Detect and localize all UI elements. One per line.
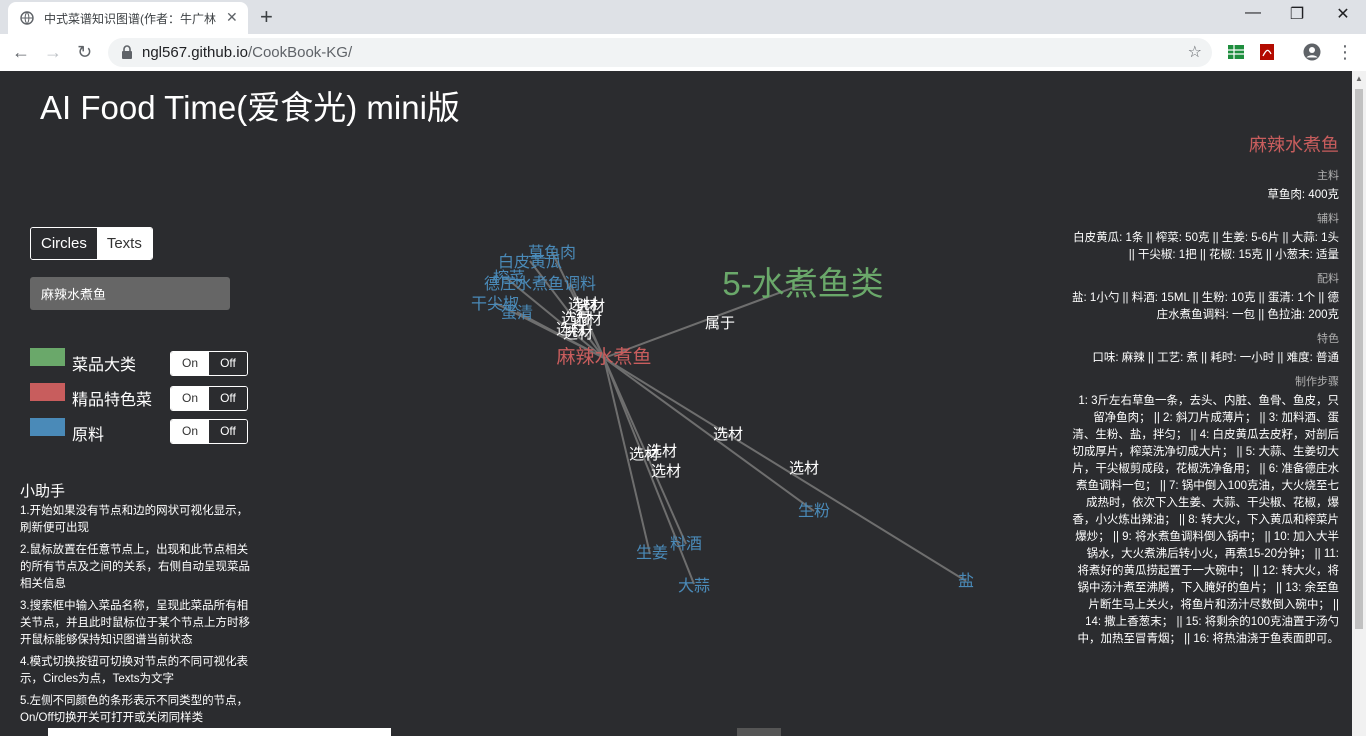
sheets-extension-icon[interactable]: [1227, 43, 1245, 61]
menu-kebab-icon[interactable]: ⋮: [1336, 42, 1354, 63]
node-dish-category[interactable]: 5-水煮鱼类: [722, 265, 883, 302]
url-host: ngl567.github.io: [142, 44, 248, 61]
node-ingredient[interactable]: 盐: [958, 572, 974, 590]
globe-icon: [20, 11, 34, 25]
tab-title: 中式菜谱知识图谱(作者：牛广林: [44, 12, 216, 26]
minimize-button[interactable]: —: [1230, 4, 1276, 22]
new-tab-button[interactable]: +: [260, 4, 273, 30]
edge-label-ingredient: 选材: [563, 325, 593, 342]
scrollbar-thumb[interactable]: [1355, 89, 1363, 629]
forward-arrow-icon[interactable]: →: [44, 42, 62, 63]
close-window-button[interactable]: ✕: [1320, 4, 1366, 24]
node-ingredient[interactable]: 料酒: [670, 535, 702, 553]
url-path: /CookBook-KG/: [247, 44, 353, 61]
node-ingredient[interactable]: 生姜: [636, 544, 668, 562]
section-text-auxiliary: 白皮黄瓜: 1条 || 榨菜: 50克 || 生姜: 5-6片 || 大蒜: 1…: [1073, 232, 1339, 261]
close-tab-icon[interactable]: ✕: [226, 9, 238, 26]
edge-label-ingredient: 选材: [629, 446, 659, 463]
browser-tab-bar: 中式菜谱知识图谱(作者：牛广林 ✕ + — ❐ ✕: [0, 0, 1366, 34]
address-bar[interactable]: ngl567.github.io/CookBook-KG/ ☆: [108, 38, 1212, 67]
pdf-extension-icon[interactable]: [1258, 43, 1276, 61]
node-ingredient[interactable]: 生粉: [798, 502, 830, 520]
bottom-strip: [737, 728, 781, 736]
bookmark-star-icon[interactable]: ☆: [1188, 42, 1202, 62]
section-text-main: 草鱼肉: 400克: [1267, 189, 1339, 201]
section-text-steps: 1: 3斤左右草鱼一条，去头、内脏、鱼骨、鱼皮，只留净鱼肉； || 2: 斜刀片…: [1072, 395, 1339, 645]
edge-label-belongs: 属于: [705, 315, 735, 332]
url-text: ngl567.github.io/CookBook-KG/: [142, 44, 352, 61]
page-content: AI Food Time(爱食光) mini版 Circles Texts 菜品…: [0, 71, 1352, 736]
edge-label-ingredient: 选材: [651, 463, 681, 480]
back-arrow-icon[interactable]: ←: [12, 42, 30, 63]
dish-name: 麻辣水煮鱼: [1249, 135, 1339, 155]
edge-label-ingredient: 选材: [713, 426, 743, 443]
node-ingredient[interactable]: 蛋清: [501, 304, 533, 322]
bottom-strip: [48, 728, 391, 736]
section-heading-seasoning: 配料: [1317, 273, 1339, 285]
scroll-up-icon[interactable]: ▲: [1355, 74, 1363, 83]
dish-info-panel: 麻辣水煮鱼 主料 草鱼肉: 400克 辅料 白皮黄瓜: 1条 || 榨菜: 50…: [1072, 131, 1339, 648]
browser-tab[interactable]: 中式菜谱知识图谱(作者：牛广林 ✕: [8, 2, 248, 34]
page-scrollbar[interactable]: ▲: [1352, 71, 1366, 736]
reload-icon[interactable]: ↻: [77, 42, 92, 63]
profile-avatar-icon[interactable]: [1303, 43, 1321, 61]
browser-toolbar: ← → ↻ ngl567.github.io/CookBook-KG/ ☆ ⋮: [0, 34, 1366, 72]
section-text-features: 口味: 麻辣 || 工艺: 煮 || 耗时: 一小时 || 难度: 普通: [1092, 352, 1339, 364]
node-ingredient[interactable]: 大蒜: [678, 577, 710, 595]
edge-labels: 属于 选材 选材 选材 选材 选材 选材 选材 选材 选材 选材 选材: [556, 296, 819, 480]
section-text-seasoning: 盐: 1小勺 || 料酒: 15ML || 生粉: 10克 || 蛋清: 1个 …: [1072, 292, 1339, 321]
restore-button[interactable]: ❐: [1274, 4, 1320, 24]
lock-icon: [122, 45, 132, 59]
section-heading-auxiliary: 辅料: [1317, 213, 1339, 225]
section-heading-main: 主料: [1317, 170, 1339, 182]
section-heading-steps: 制作步骤: [1295, 376, 1339, 388]
node-ingredient[interactable]: 白皮黄瓜: [498, 253, 562, 271]
node-ingredient[interactable]: 德庄水煮鱼调料: [484, 275, 596, 293]
section-heading-features: 特色: [1317, 333, 1339, 345]
edge-label-ingredient: 选材: [789, 460, 819, 477]
node-special-dish[interactable]: 麻辣水煮鱼: [556, 346, 651, 368]
